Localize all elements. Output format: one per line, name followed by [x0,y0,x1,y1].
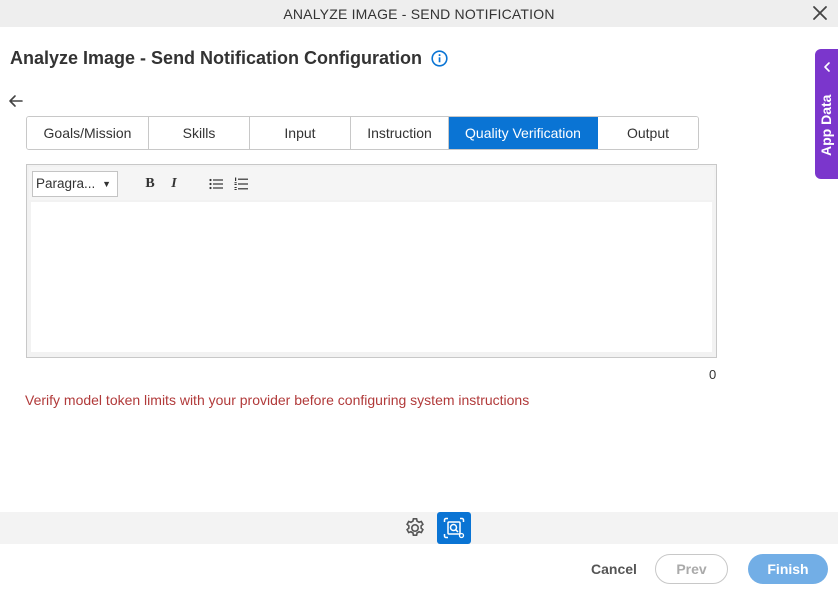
tab-label: Input [284,125,316,141]
app-data-label: App Data [818,94,834,156]
bulleted-list-icon[interactable] [204,172,228,196]
tab-label: Skills [182,125,216,141]
configuration-tabs: Goals/Mission Skills Input Instruction Q… [26,116,699,150]
tab-label: Quality Verification [465,125,581,141]
character-counter: 0 [709,367,717,382]
editor-content-area[interactable] [31,202,712,352]
back-arrow-icon[interactable] [7,92,25,110]
caret-down-icon: ▼ [102,178,111,189]
tab-label: Instruction [367,125,432,141]
tab-label: Goals/Mission [43,125,132,141]
close-icon[interactable] [810,3,830,23]
numbered-list-icon[interactable] [229,172,253,196]
finish-button[interactable]: Finish [748,554,828,584]
page-heading: Analyze Image - Send Notification Config… [10,48,448,69]
token-limit-warning: Verify model token limits with your prov… [25,392,530,408]
analyze-image-icon[interactable] [437,512,471,544]
gear-icon[interactable] [403,516,427,540]
tab-output[interactable]: Output [598,117,698,149]
chevron-left-icon [821,60,833,72]
prev-button[interactable]: Prev [655,554,728,584]
bottom-toolbar [0,512,838,544]
tab-quality-verification[interactable]: Quality Verification [449,117,598,149]
tab-instruction[interactable]: Instruction [351,117,449,149]
format-select-value: Paragra... [36,176,96,191]
dialog-title-bar: ANALYZE IMAGE - SEND NOTIFICATION [0,0,838,27]
paragraph-format-select[interactable]: Paragra... ▼ [32,170,118,197]
page-title: Analyze Image - Send Notification Config… [10,48,423,68]
italic-button[interactable]: I [162,172,186,196]
editor-toolbar: Paragra... ▼ B I [29,167,714,200]
cancel-button[interactable]: Cancel [591,561,637,577]
tab-goals-mission[interactable]: Goals/Mission [27,117,149,149]
info-icon[interactable] [431,50,448,67]
app-data-panel-toggle[interactable]: App Data [815,49,838,179]
tab-input[interactable]: Input [250,117,351,149]
tab-label: Output [626,125,670,141]
dialog-title: ANALYZE IMAGE - SEND NOTIFICATION [283,5,555,22]
rich-text-editor: Paragra... ▼ B I [26,164,717,358]
bold-button[interactable]: B [138,172,162,196]
tab-skills[interactable]: Skills [149,117,250,149]
